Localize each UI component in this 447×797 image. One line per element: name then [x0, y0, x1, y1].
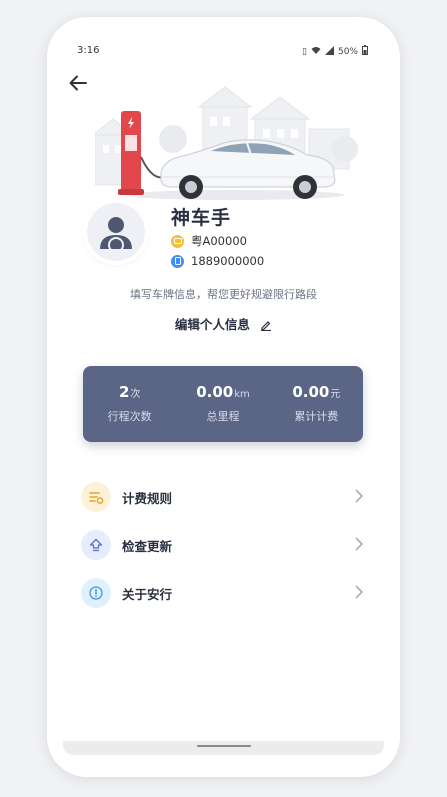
- menu-item-check-update[interactable]: 检查更新: [81, 521, 371, 569]
- user-avatar-icon: [100, 217, 132, 253]
- phone-number: 1889000000: [191, 254, 265, 268]
- chevron-right-icon: [355, 585, 363, 599]
- phone-screen: 3:16 ▯ 50% 神车手 粤A00000 1889000000 填写车牌信息…: [47, 17, 400, 777]
- status-bar: 3:16 ▯ 50%: [47, 17, 400, 57]
- settings-menu: 计费规则 检查更新 关于安行: [81, 473, 371, 617]
- stat-value: 0.00: [292, 383, 330, 401]
- edit-profile-button[interactable]: 编辑个人信息: [47, 314, 400, 333]
- avatar[interactable]: [87, 203, 145, 261]
- navigation-bar: [63, 741, 384, 755]
- back-button[interactable]: [69, 73, 91, 95]
- battery-icon: [362, 45, 368, 58]
- stat-total-distance: 0.00km 总里程: [176, 366, 269, 442]
- stat-label: 行程次数: [107, 410, 152, 423]
- phone-icon: [171, 254, 184, 268]
- menu-item-label: 计费规则: [122, 490, 173, 506]
- plate-icon: [171, 234, 184, 248]
- vibrate-icon: ▯: [302, 46, 307, 57]
- battery-text: 50%: [337, 46, 358, 57]
- plate-hint: 填写车牌信息，帮您更好规避限行路段: [130, 288, 317, 301]
- home-indicator[interactable]: [197, 745, 251, 747]
- stats-card: 2次 行程次数 0.00km 总里程 0.00元 累计计费: [83, 366, 363, 442]
- billing-rules-icon: [81, 482, 111, 512]
- stat-unit: km: [234, 389, 250, 400]
- status-icons: ▯ 50%: [302, 45, 368, 58]
- plate-row: 粤A00000: [171, 233, 247, 249]
- menu-item-about[interactable]: 关于安行: [81, 569, 371, 617]
- plate-number: 粤A00000: [191, 234, 247, 248]
- stat-trip-count: 2次 行程次数: [83, 366, 176, 442]
- stat-label: 累计计费: [294, 410, 339, 423]
- arrow-left-icon: [69, 75, 87, 91]
- status-time: 3:16: [77, 45, 100, 56]
- stat-unit: 次: [130, 389, 141, 400]
- user-name: 神车手: [171, 207, 232, 229]
- stat-value: 2: [118, 383, 130, 401]
- signal-icon: [324, 45, 334, 58]
- ev-charging-illustration: [95, 86, 358, 200]
- info-icon: [81, 578, 111, 608]
- pencil-icon: [261, 321, 272, 332]
- stat-value: 0.00: [196, 383, 234, 401]
- menu-item-label: 关于安行: [122, 586, 173, 602]
- wifi-icon: [311, 46, 321, 58]
- menu-item-billing-rules[interactable]: 计费规则: [81, 473, 371, 521]
- chevron-right-icon: [355, 489, 363, 503]
- menu-item-label: 检查更新: [122, 538, 173, 554]
- update-icon: [81, 530, 111, 560]
- edit-profile-label: 编辑个人信息: [174, 317, 250, 332]
- stat-total-fee: 0.00元 累计计费: [270, 366, 363, 442]
- phone-row: 1889000000: [171, 254, 264, 268]
- stat-label: 总里程: [206, 410, 240, 423]
- stat-unit: 元: [330, 389, 341, 400]
- chevron-right-icon: [355, 537, 363, 551]
